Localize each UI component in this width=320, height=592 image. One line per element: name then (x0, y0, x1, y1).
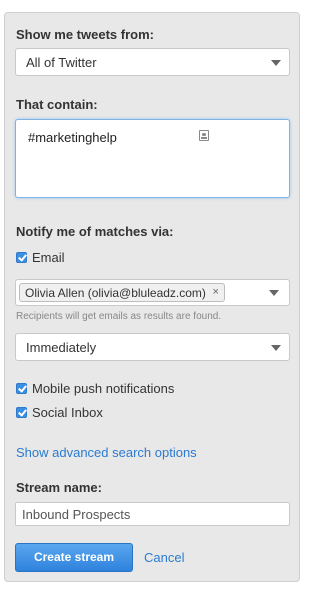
search-terms-value: #marketinghelp (28, 130, 117, 145)
frequency-select[interactable]: Immediately (15, 333, 290, 361)
close-icon[interactable]: × (212, 286, 218, 298)
chevron-down-icon (271, 60, 281, 66)
recipient-token[interactable]: Olivia Allen (olivia@bluleadz.com) × (19, 283, 225, 302)
notify-label: Notify me of matches via: (16, 224, 174, 239)
advanced-search-link[interactable]: Show advanced search options (16, 445, 197, 460)
checkmark-icon[interactable] (16, 252, 27, 263)
checkmark-icon[interactable] (16, 383, 27, 394)
checkmark-icon[interactable] (16, 407, 27, 418)
create-stream-button[interactable]: Create stream (15, 543, 133, 572)
email-checkbox-label: Email (32, 250, 65, 265)
chevron-down-icon[interactable] (269, 290, 279, 296)
social-inbox-label: Social Inbox (32, 405, 103, 420)
cancel-link[interactable]: Cancel (144, 550, 184, 565)
contain-label: That contain: (16, 97, 98, 112)
recipients-hint: Recipients will get emails as results ar… (16, 311, 222, 322)
source-label: Show me tweets from: (16, 27, 154, 42)
stream-name-value: Inbound Prospects (22, 507, 131, 522)
stream-name-label: Stream name: (16, 480, 102, 495)
source-select-value: All of Twitter (26, 55, 97, 70)
mobile-push-label: Mobile push notifications (32, 381, 175, 396)
source-select[interactable]: All of Twitter (15, 48, 290, 76)
search-terms-textarea[interactable]: #marketinghelp (15, 119, 290, 198)
contact-card-icon[interactable] (199, 130, 209, 141)
email-recipients-field[interactable]: Olivia Allen (olivia@bluleadz.com) × (15, 279, 290, 306)
frequency-select-value: Immediately (26, 340, 97, 355)
chevron-down-icon (271, 345, 281, 351)
stream-name-input[interactable]: Inbound Prospects (15, 502, 290, 526)
create-stream-panel: Show me tweets from: All of Twitter That… (4, 12, 300, 582)
recipient-token-text: Olivia Allen (olivia@bluleadz.com) (25, 286, 206, 300)
